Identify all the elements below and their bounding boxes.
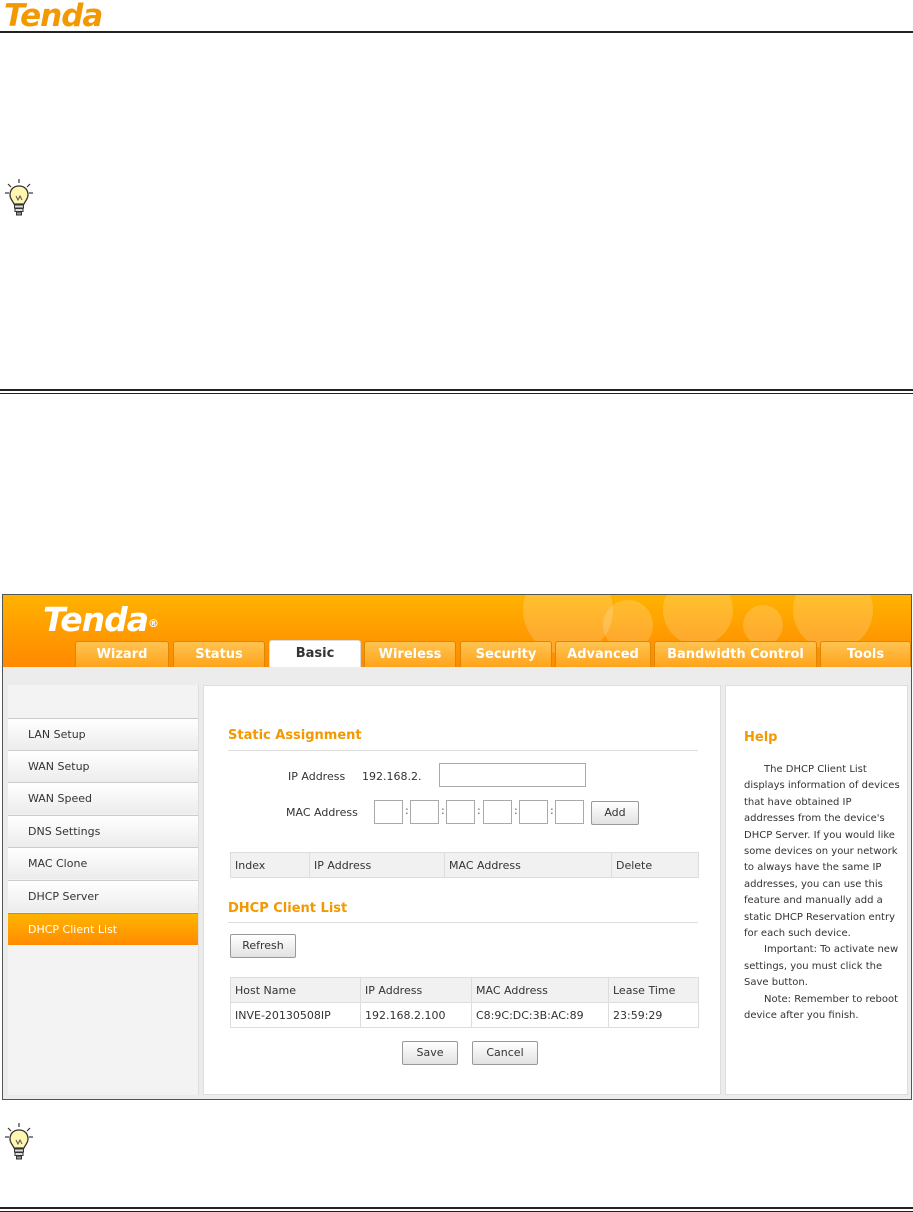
tab-status[interactable]: Status: [173, 641, 265, 667]
help-panel: Help The DHCP Client List displays infor…: [725, 685, 908, 1095]
static-assignment-table: Index IP Address MAC Address Delete: [230, 852, 699, 878]
add-button[interactable]: Add: [591, 801, 639, 825]
tab-security[interactable]: Security: [460, 641, 552, 667]
refresh-button[interactable]: Refresh: [230, 934, 296, 958]
tab-bandwidth-control[interactable]: Bandwidth Control: [654, 641, 817, 667]
static-assignment-title: Static Assignment: [228, 728, 362, 743]
sidebar-item-dns-settings[interactable]: DNS Settings: [8, 815, 198, 847]
mac-octet-6-input[interactable]: [555, 800, 584, 824]
tab-basic[interactable]: Basic: [269, 640, 361, 667]
help-paragraph: Note: Remember to reboot device after yo…: [744, 993, 899, 1022]
ip-last-octet-input[interactable]: [439, 763, 586, 787]
tab-wireless[interactable]: Wireless: [364, 641, 456, 667]
table-row: INVE-20130508IP 192.168.2.100 C8:9C:DC:3…: [230, 1002, 699, 1028]
ip-prefix: 192.168.2.: [362, 770, 422, 783]
col-ip-address: IP Address: [309, 852, 445, 878]
lightbulb-tip-icon: [5, 179, 33, 216]
help-paragraph: The DHCP Client List displays informatio…: [744, 764, 900, 940]
sidebar-item-dhcp-server[interactable]: DHCP Server: [8, 880, 198, 912]
app-logo: Tenda®: [43, 600, 159, 639]
mac-octet-4-input[interactable]: [483, 800, 512, 824]
help-title: Help: [744, 730, 778, 745]
col-ip-address: IP Address: [360, 977, 472, 1003]
router-ui-screenshot: Tenda® Wizard Status Basic Wireless Secu…: [2, 594, 912, 1100]
mac-octet-1-input[interactable]: [374, 800, 403, 824]
tab-advanced[interactable]: Advanced: [555, 641, 651, 667]
col-mac-address: MAC Address: [444, 852, 612, 878]
cancel-button[interactable]: Cancel: [472, 1041, 538, 1065]
header-rule: [0, 31, 913, 33]
top-banner: Tenda® Wizard Status Basic Wireless Secu…: [3, 595, 911, 667]
mac-octet-2-input[interactable]: [410, 800, 439, 824]
col-host-name: Host Name: [230, 977, 361, 1003]
cell-mac-address: C8:9C:DC:3B:AC:89: [471, 1002, 609, 1028]
save-button[interactable]: Save: [402, 1041, 458, 1065]
section-rule: [0, 389, 913, 394]
sidebar-item-lan-setup[interactable]: LAN Setup: [8, 718, 198, 750]
sidebar-item-wan-setup[interactable]: WAN Setup: [8, 750, 198, 782]
mac-octet-3-input[interactable]: [446, 800, 475, 824]
tab-wizard[interactable]: Wizard: [75, 641, 169, 667]
ip-address-label: IP Address: [288, 770, 346, 783]
cell-lease-time: 23:59:29: [608, 1002, 699, 1028]
sidebar: LAN Setup WAN Setup WAN Speed DNS Settin…: [8, 685, 199, 1095]
help-paragraph: Important: To activate new settings, you…: [744, 944, 899, 989]
cell-host-name: INVE-20130508IP: [230, 1002, 361, 1028]
footer-rule: [0, 1207, 913, 1212]
mac-octet-5-input[interactable]: [519, 800, 548, 824]
col-index: Index: [230, 852, 310, 878]
col-delete: Delete: [611, 852, 699, 878]
lightbulb-tip-icon: [5, 1123, 33, 1160]
help-text: The DHCP Client List displays informatio…: [744, 762, 902, 1025]
divider: [228, 750, 698, 751]
mac-address-label: MAC Address: [286, 806, 358, 819]
sidebar-item-wan-speed[interactable]: WAN Speed: [8, 782, 198, 814]
client-list-table: Host Name IP Address MAC Address Lease T…: [230, 977, 699, 1028]
dhcp-client-list-title: DHCP Client List: [228, 901, 348, 916]
sidebar-item-dhcp-client-list[interactable]: DHCP Client List: [8, 913, 198, 945]
divider: [228, 922, 698, 923]
tab-tools[interactable]: Tools: [820, 641, 911, 667]
main-panel: Static Assignment IP Address 192.168.2. …: [203, 685, 721, 1095]
cell-ip-address: 192.168.2.100: [360, 1002, 472, 1028]
document-logo: Tenda: [4, 0, 103, 34]
col-lease-time: Lease Time: [608, 977, 699, 1003]
sidebar-item-mac-clone[interactable]: MAC Clone: [8, 847, 198, 879]
col-mac-address: MAC Address: [471, 977, 609, 1003]
